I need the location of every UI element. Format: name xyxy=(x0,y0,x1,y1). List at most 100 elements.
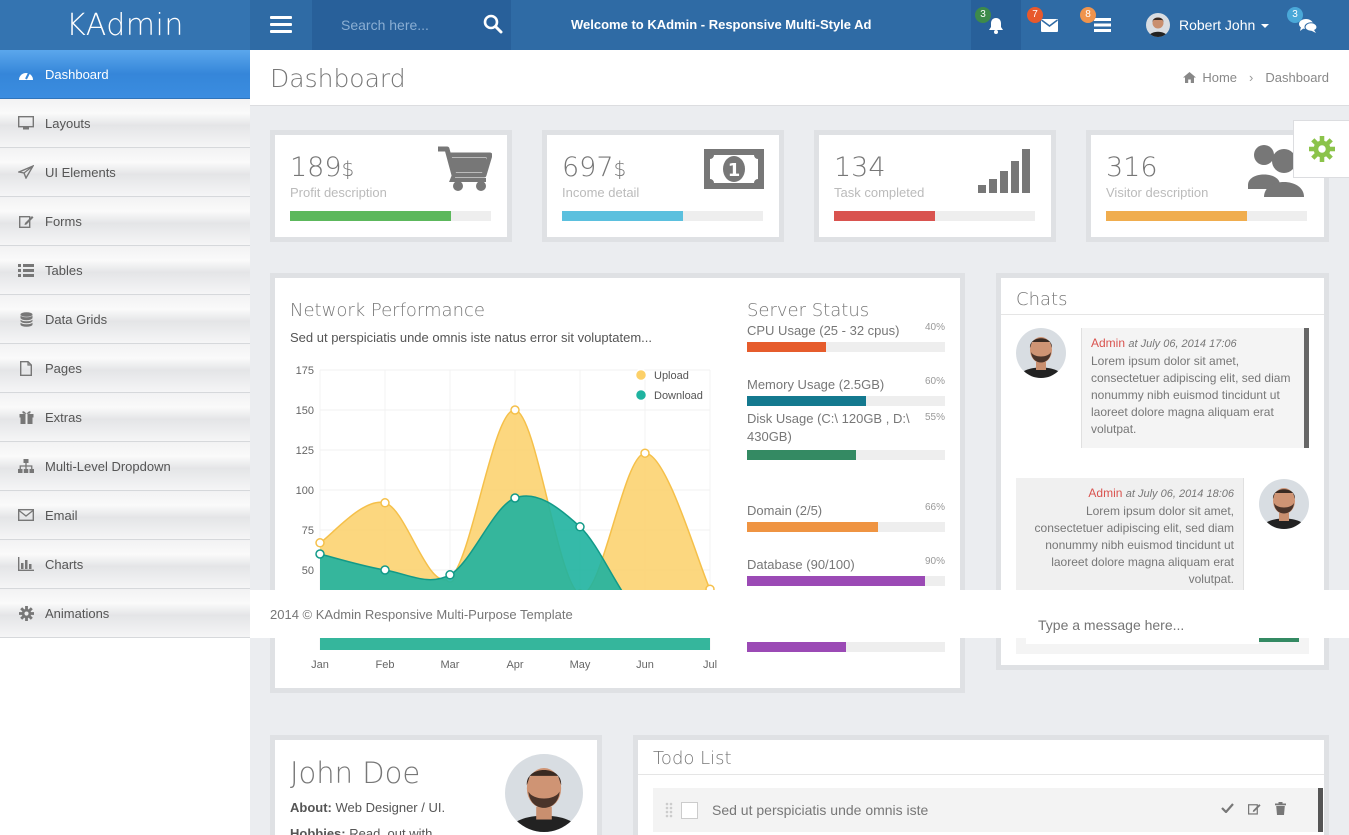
bell-icon xyxy=(989,17,1003,34)
stat-description: Task completed xyxy=(834,185,925,200)
sidebar-item-tables[interactable]: Tables xyxy=(0,246,250,295)
stat-description: Visitor description xyxy=(1106,185,1209,200)
divider xyxy=(638,774,1324,775)
alerts-badge: 3 xyxy=(975,7,991,23)
chat-author[interactable]: Admin xyxy=(1091,336,1125,350)
menu-toggle-button[interactable] xyxy=(250,0,312,50)
money-icon: 1 xyxy=(704,149,764,189)
dashboard-icon xyxy=(17,66,35,82)
server-status-bar-fill xyxy=(747,522,878,532)
server-status-bar-fill xyxy=(747,576,926,586)
tasks-button[interactable]: 8 xyxy=(1077,0,1127,50)
tasks-icon xyxy=(1093,18,1111,32)
server-status-bar xyxy=(747,342,945,352)
sidebar-item-email[interactable]: Email xyxy=(0,491,250,540)
edit-icon[interactable] xyxy=(1248,802,1261,815)
network-title: Network Performance xyxy=(290,300,485,321)
x-tick-label: Apr xyxy=(506,659,523,671)
stat-value: 316 xyxy=(1106,152,1158,183)
todo-checkbox[interactable] xyxy=(681,801,698,819)
messages-badge: 7 xyxy=(1027,7,1043,23)
data-point xyxy=(510,405,520,415)
desktop-icon xyxy=(17,115,35,131)
chat-message-input[interactable] xyxy=(1026,608,1259,642)
trash-icon[interactable] xyxy=(1275,802,1286,815)
x-tick-label: Jun xyxy=(636,659,654,671)
chat-time: at July 06, 2014 18:06 xyxy=(1125,488,1234,500)
x-tick-label: Feb xyxy=(376,659,395,671)
server-status-bar-fill xyxy=(747,642,846,652)
sidebar-item-pages[interactable]: Pages xyxy=(0,344,250,393)
sidebar-item-animations[interactable]: Animations xyxy=(0,589,250,638)
chats-title: Chats xyxy=(1016,289,1068,310)
todo-title: Todo List xyxy=(653,748,732,769)
sidebar-item-ui-elements[interactable]: UI Elements xyxy=(0,148,250,197)
server-status-bar xyxy=(747,642,945,652)
sidebar-item-charts[interactable]: Charts xyxy=(0,540,250,589)
data-point xyxy=(510,493,520,503)
search-input[interactable] xyxy=(312,17,477,33)
x-tick-label: May xyxy=(570,659,591,671)
breadcrumb-home-link[interactable]: Home xyxy=(1202,70,1237,85)
drag-handle-icon[interactable] xyxy=(665,802,673,818)
page-header: Dashboard Home › Dashboard xyxy=(250,50,1349,106)
profile-hobbies: Hobbies: Read, out with xyxy=(290,826,433,835)
data-point xyxy=(380,565,390,575)
signal-icon xyxy=(978,149,1030,193)
sidebar-item-label: Layouts xyxy=(45,115,91,131)
caret-down-icon xyxy=(1261,24,1270,28)
server-status-percent: 40% xyxy=(924,322,945,333)
sidebar-item-label: Charts xyxy=(45,556,84,572)
sidebar-item-data-grids[interactable]: Data Grids xyxy=(0,295,250,344)
y-tick-label: 100 xyxy=(296,485,314,497)
chat-send-button[interactable] xyxy=(1259,638,1299,642)
user-name: Robert John xyxy=(1179,17,1256,33)
gift-icon xyxy=(17,409,35,425)
brand-logo[interactable]: KAdmin xyxy=(0,0,250,50)
stat-progress-bar xyxy=(1106,211,1307,221)
sidebar-item-label: UI Elements xyxy=(45,164,116,180)
check-icon[interactable] xyxy=(1221,802,1234,813)
sidebar-item-multi-level-dropdown[interactable]: Multi-Level Dropdown xyxy=(0,442,250,491)
server-status-percent: 90% xyxy=(924,556,945,567)
chat-author[interactable]: Admin xyxy=(1088,486,1122,500)
chat-toggle-button[interactable]: 3 xyxy=(1283,0,1333,50)
breadcrumb-current: Dashboard xyxy=(1265,70,1329,85)
sidebar-item-dashboard[interactable]: Dashboard xyxy=(0,50,250,99)
sidebar-item-label: Pages xyxy=(45,360,82,376)
welcome-marquee: Welcome to KAdmin - Responsive Multi-Sty… xyxy=(571,17,871,32)
todo-panel: Todo List Sed ut perspiciatis unde omnis… xyxy=(633,735,1329,835)
search-icon[interactable] xyxy=(483,14,503,34)
legend-label: Download xyxy=(654,390,703,402)
settings-panel-toggle[interactable] xyxy=(1293,120,1349,178)
database-icon xyxy=(17,311,35,327)
data-point xyxy=(445,570,455,580)
edit-icon xyxy=(17,213,35,229)
data-point xyxy=(315,549,325,559)
send-icon xyxy=(17,164,35,180)
top-navbar: KAdmin Welcome to KAdmin - Responsive Mu… xyxy=(0,0,1349,50)
sidebar-item-extras[interactable]: Extras xyxy=(0,393,250,442)
sidebar-item-forms[interactable]: Forms xyxy=(0,197,250,246)
chat-text: Lorem ipsum dolor sit amet, consectetuer… xyxy=(1034,504,1234,586)
data-point xyxy=(315,538,325,548)
messages-button[interactable]: 7 xyxy=(1024,0,1074,50)
profile-card: John Doe About: Web Designer / UI. Hobbi… xyxy=(270,735,602,835)
chat-message: Admin at July 06, 2014 18:06 Lorem ipsum… xyxy=(1016,478,1244,598)
user-menu[interactable]: Robert John xyxy=(1146,0,1270,50)
page-title: Dashboard xyxy=(270,64,406,93)
sidebar-item-label: Tables xyxy=(45,262,83,278)
x-tick-label: Jan xyxy=(311,659,329,671)
alerts-button[interactable]: 3 xyxy=(971,0,1021,50)
sitemap-icon xyxy=(17,458,35,474)
svg-text:1: 1 xyxy=(728,160,741,181)
footer-copyright: 2014 © KAdmin Responsive Multi-Purpose T… xyxy=(270,607,573,622)
server-status-bar xyxy=(747,522,945,532)
stat-value: 189$ xyxy=(290,152,355,183)
sidebar-item-layouts[interactable]: Layouts xyxy=(0,99,250,148)
chats-badge: 3 xyxy=(1287,7,1303,23)
server-status-percent: 55% xyxy=(924,412,945,423)
chat-avatar xyxy=(1016,328,1066,378)
sidebar: Dashboard Layouts UI Elements Forms Tabl… xyxy=(0,50,250,835)
shopping-cart-icon xyxy=(438,146,492,191)
